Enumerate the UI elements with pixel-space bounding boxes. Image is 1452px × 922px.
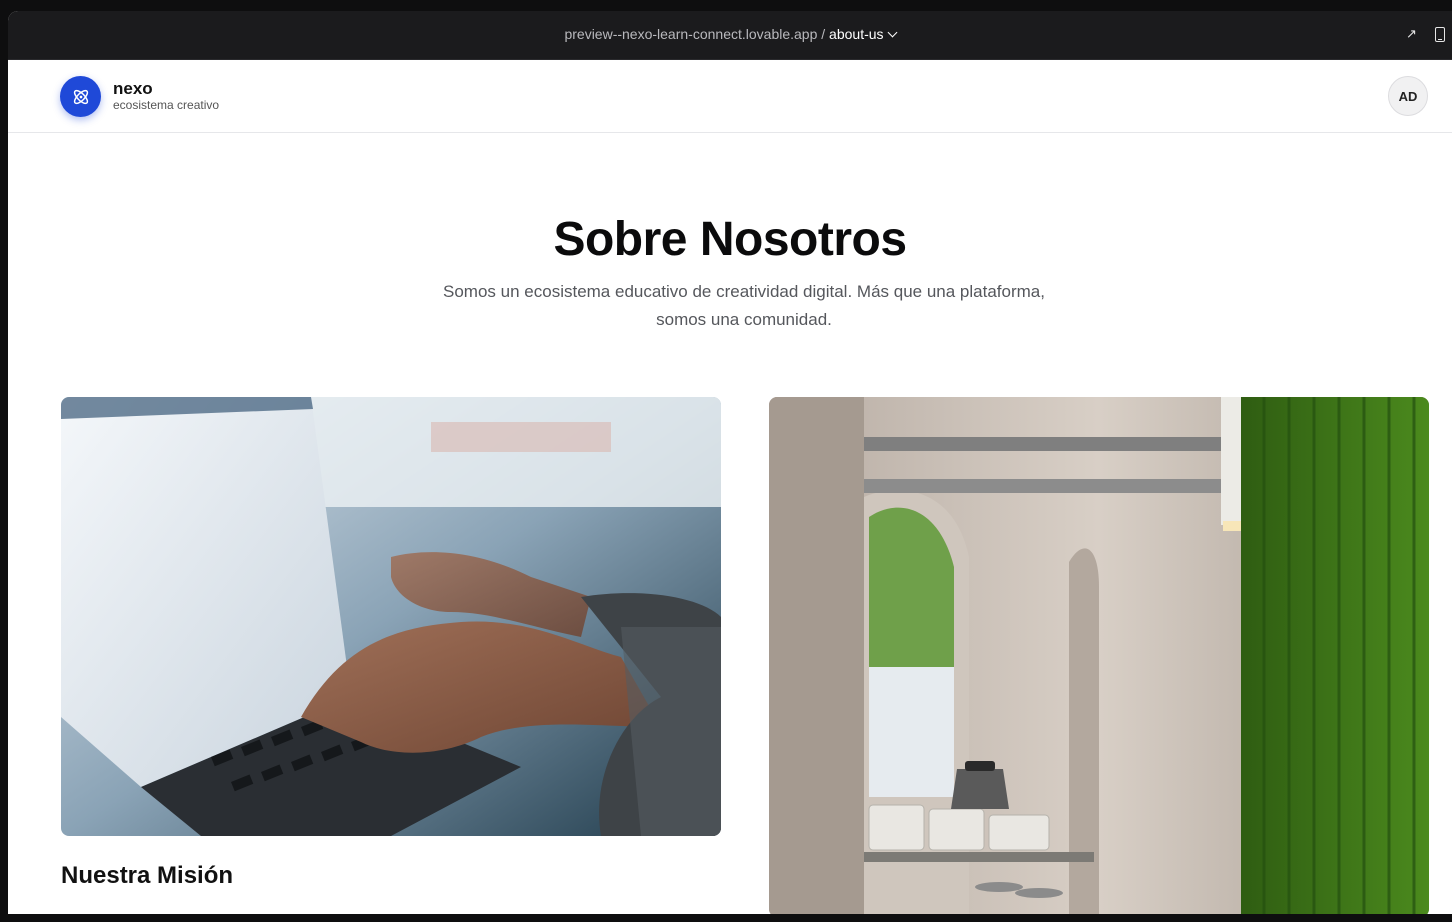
- page-subtitle: Somos un ecosistema educativo de creativ…: [443, 282, 1045, 329]
- brand-name[interactable]: nexo: [113, 79, 153, 99]
- mission-text-cropped: [61, 908, 721, 914]
- preview-url[interactable]: preview--nexo-learn-connect.lovable.app …: [8, 26, 1452, 42]
- site-page: nexo ecosistema creativo AD Sobre Nosotr…: [8, 60, 1452, 914]
- url-separator: /: [817, 26, 830, 42]
- user-avatar[interactable]: AD: [1388, 76, 1428, 116]
- chevron-down-icon[interactable]: [887, 27, 897, 38]
- logo[interactable]: [60, 76, 101, 117]
- mission-title: Nuestra Misión: [61, 862, 234, 889]
- site-header: nexo ecosistema creativo AD: [8, 60, 1452, 133]
- cafe-interior-image: [769, 397, 1429, 914]
- brand-tagline: ecosistema creativo: [113, 98, 220, 112]
- mobile-device-icon[interactable]: [1435, 27, 1445, 42]
- preview-bar: preview--nexo-learn-connect.lovable.app …: [8, 11, 1452, 60]
- page-title: Sobre Nosotros: [553, 213, 907, 266]
- browser-window: preview--nexo-learn-connect.lovable.app …: [8, 11, 1452, 914]
- route-selector[interactable]: about-us: [829, 26, 883, 42]
- laptop-typing-image: [61, 397, 721, 836]
- external-link-icon[interactable]: ↗: [1406, 27, 1417, 41]
- preview-host: preview--nexo-learn-connect.lovable.app: [564, 26, 818, 42]
- atom-icon: [73, 89, 88, 104]
